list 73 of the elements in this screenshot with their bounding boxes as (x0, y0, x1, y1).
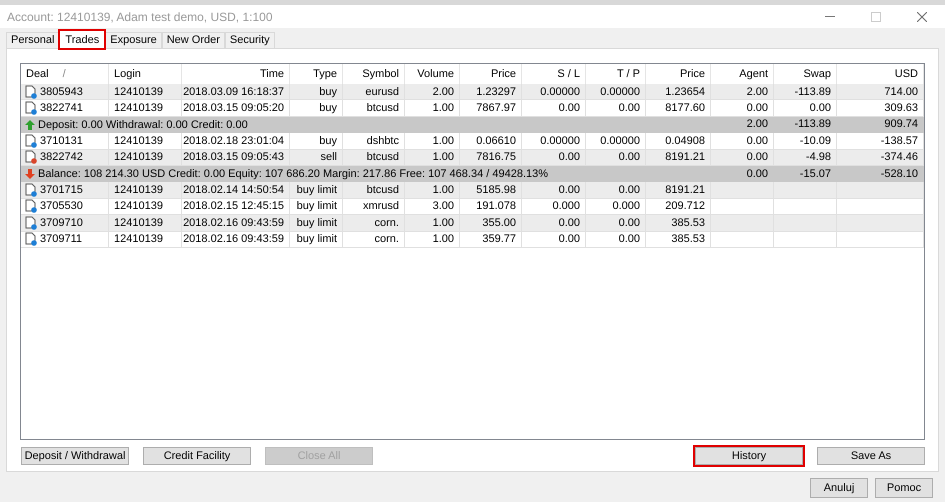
tab[interactable]: New Order (162, 32, 225, 48)
table-cell: 12410139 (109, 232, 182, 248)
column-header[interactable]: Deal (26, 68, 49, 80)
window-title: Account: 12410139, Adam test demo, USD, 1:100 (7, 10, 274, 24)
table-cell: 0.00 (522, 232, 586, 248)
table-cell: 0.00000 (522, 84, 586, 100)
tab[interactable]: Trades (59, 30, 106, 49)
table-cell: 1.23654 (646, 84, 711, 100)
table-cell: 385.53 (646, 232, 711, 248)
arrow-down-icon (25, 169, 35, 180)
table-cell: 3822742 (40, 151, 83, 164)
action-button[interactable]: History (695, 447, 803, 465)
table-cell: 3710131 (40, 134, 83, 147)
table-cell: 0.00 (586, 182, 646, 199)
table-cell: 3705530 (40, 200, 83, 212)
arrow-up-icon (25, 120, 35, 130)
table-cell: 2.00 (711, 116, 774, 134)
tab[interactable]: Personal (6, 32, 60, 48)
empty-cell (774, 232, 837, 248)
table-cell: -113.89 (774, 116, 837, 134)
table-cell: 1.23297 (460, 84, 522, 100)
table-cell: 2018.02.14 14:50:54 (182, 182, 290, 199)
table-cell: 3822741 (40, 102, 83, 114)
table-cell: corn. (343, 232, 405, 248)
table-cell: 12410139 (109, 182, 182, 199)
table-cell: 5185.98 (460, 182, 522, 199)
dialog-button[interactable]: Pomoc (875, 478, 933, 498)
table-cell: 909.74 (837, 116, 924, 134)
table-cell: -113.89 (774, 84, 837, 100)
table-cell: 1.00 (405, 232, 460, 248)
table-cell: 3805943 (40, 86, 83, 98)
tab[interactable]: Exposure (105, 32, 162, 48)
table-cell: 359.77 (460, 232, 522, 248)
table-cell: 0.00 (586, 232, 646, 248)
table-cell: 3709710 (40, 216, 83, 229)
close-icon[interactable] (917, 12, 927, 22)
summary-text: Balance: 108 214.30 USD Credit: 0.00 Equity: 107 686.20 Margin: 217.86 Free: 107 468.34 / 49428.13% (38, 168, 548, 180)
tab[interactable]: Security (224, 32, 275, 48)
table-cell: 1.00 (405, 182, 460, 199)
table-cell: buy limit (290, 232, 343, 248)
empty-cell (711, 232, 774, 248)
table-cell: 0.00 (522, 182, 586, 199)
table-cell: 0.00 (586, 215, 646, 232)
table-cell: 385.53 (646, 215, 711, 232)
action-button[interactable]: Deposit / Withdrawal (21, 447, 129, 465)
action-button[interactable]: Credit Facility (143, 447, 251, 465)
table-cell: 714.00 (837, 84, 924, 100)
table-cell: corn. (343, 215, 405, 232)
table-cell: 2.00 (405, 84, 460, 100)
table-cell: 2018.02.16 09:43:59 (182, 232, 290, 248)
table-cell: 2018.03.09 16:18:37 (182, 84, 290, 100)
table-cell: 2018.02.16 09:43:59 (182, 215, 290, 232)
table-cell: 355.00 (460, 215, 522, 232)
table-cell: 0.00 (522, 215, 586, 232)
table-cell: eurusd (343, 84, 405, 100)
action-button[interactable]: Save As (817, 447, 925, 465)
table-cell: 3701715 (40, 184, 83, 196)
table-cell: buy limit (290, 215, 343, 232)
dialog-button[interactable]: Anuluj (810, 478, 868, 498)
table-cell: 1.00 (405, 215, 460, 232)
table-cell: 12410139 (109, 84, 182, 100)
table-cell: buy (290, 84, 343, 100)
sort-indicator: / (62, 68, 66, 80)
table-cell: 0.00000 (586, 84, 646, 100)
table-cell: 12410139 (109, 215, 182, 232)
summary-text: Deposit: 0.00 Withdrawal: 0.00 Credit: 0.00 (38, 118, 248, 131)
maximize-icon[interactable] (871, 12, 881, 22)
table-cell: 2.00 (711, 84, 774, 100)
table-cell: btcusd (343, 182, 405, 199)
minimize-icon[interactable] (825, 16, 835, 17)
table-cell: 3709711 (40, 233, 82, 246)
table-cell: 8191.21 (646, 182, 711, 199)
table-cell: buy limit (290, 182, 343, 199)
